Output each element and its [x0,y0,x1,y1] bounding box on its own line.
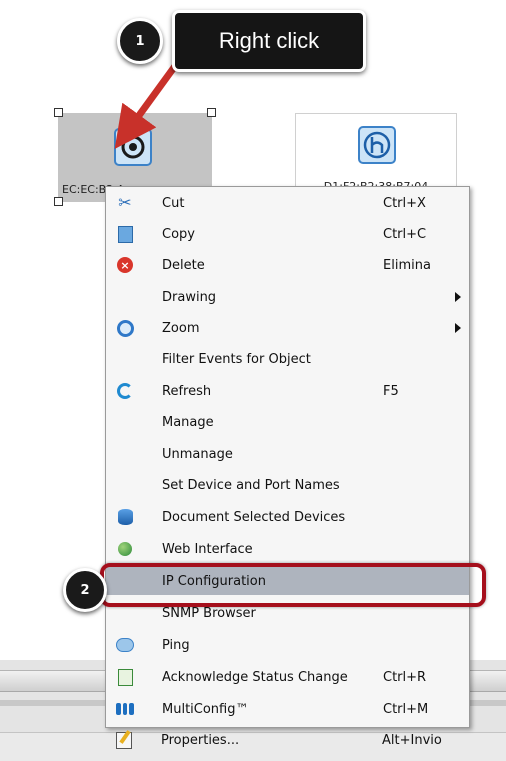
hirschmann-device-icon [358,126,396,164]
globe-icon [116,540,134,558]
menu-item-multiconfig[interactable]: MultiConfig™ Ctrl+M [106,695,469,723]
menu-item-acknowledge-status-change[interactable]: Acknowledge Status Change Ctrl+R [106,663,469,691]
scissors-icon: ✂ [118,193,132,212]
menu-item-unmanage[interactable]: Unmanage [106,440,469,468]
resize-handle[interactable] [54,108,63,117]
multiconfig-icon [116,700,135,718]
step-1-badge: 1 [117,18,163,64]
zoom-icon [116,319,134,337]
submenu-arrow-icon [455,323,461,333]
menu-item-delete[interactable]: × Delete Elimina [106,251,469,279]
step-2-badge: 2 [63,568,107,612]
menu-item-cut[interactable]: ✂ Cut Ctrl+X [106,189,469,217]
resize-handle[interactable] [54,197,63,206]
submenu-arrow-icon [455,292,461,302]
refresh-icon [116,382,134,400]
menu-item-set-device-port-names[interactable]: Set Device and Port Names [106,471,469,499]
ping-icon [116,636,134,654]
menu-item-drawing[interactable]: Drawing [106,283,469,311]
menu-item-ping[interactable]: Ping [106,631,469,659]
device-node[interactable]: D1:F2:B2:38:B7:04 [295,113,457,195]
delete-icon: × [116,256,134,274]
properties-icon [115,731,133,749]
menu-item-refresh[interactable]: Refresh F5 [106,377,469,405]
pointer-arrow [114,63,178,149]
right-click-callout: Right click [172,10,366,72]
database-icon [116,508,134,526]
menu-item-copy[interactable]: Copy Ctrl+C [106,220,469,248]
copy-icon [116,225,134,243]
menu-item-web-interface[interactable]: Web Interface [106,535,469,563]
context-menu: ✂ Cut Ctrl+X Copy Ctrl+C × Delete Elimin… [105,186,470,728]
menu-item-document-selected-devices[interactable]: Document Selected Devices [106,503,469,531]
menu-item-properties[interactable]: Properties... Alt+Invio [105,726,468,754]
menu-item-manage[interactable]: Manage [106,408,469,436]
menu-item-filter-events[interactable]: Filter Events for Object [106,345,469,373]
acknowledge-icon [116,668,134,686]
menu-item-zoom[interactable]: Zoom [106,314,469,342]
ip-configuration-highlight-ring [100,563,486,607]
resize-handle[interactable] [207,108,216,117]
